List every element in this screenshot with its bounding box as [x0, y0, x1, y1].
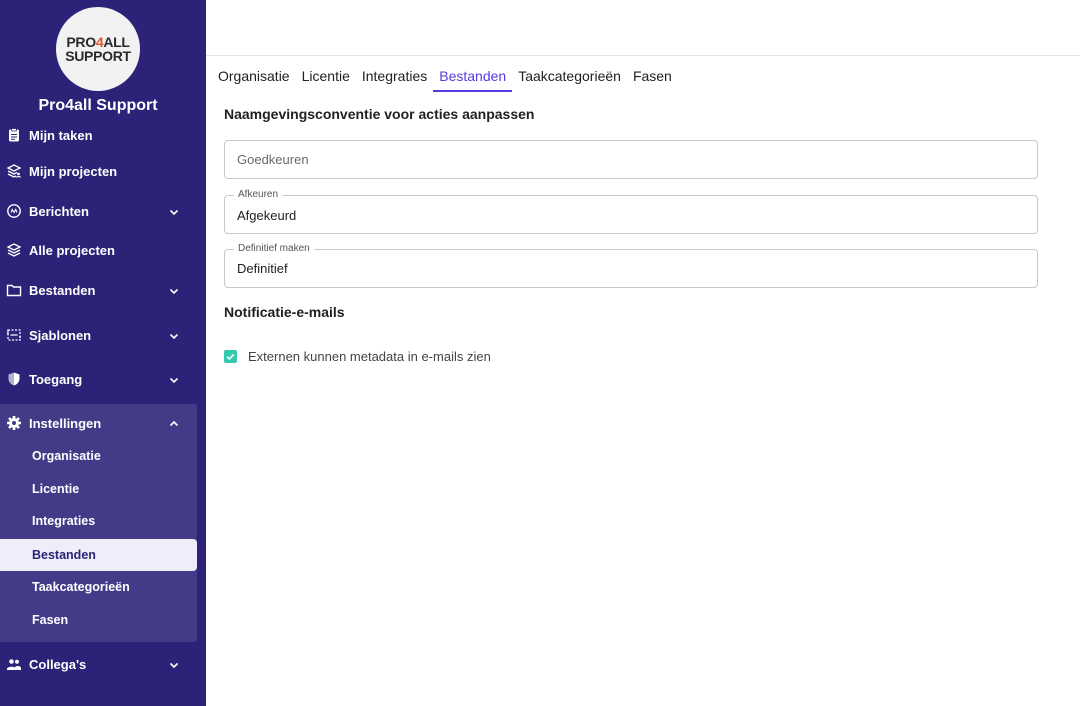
sidebar-item-my-projects[interactable]: Mijn projecten [0, 156, 196, 186]
tab-license[interactable]: Licentie [296, 60, 356, 92]
sidebar-item-access[interactable]: Toegang [0, 364, 196, 394]
settings-submenu: Instellingen Organisatie Licentie Integr… [0, 404, 197, 642]
sidebar-item-templates[interactable]: Sjablonen [0, 320, 196, 350]
logo-text-support: SUPPORT [65, 48, 131, 64]
tab-task-categories[interactable]: Taakcategorieën [512, 60, 627, 92]
naming-convention-title: Naamgevingsconventie voor acties aanpass… [224, 106, 535, 122]
chevron-down-icon[interactable] [168, 658, 180, 670]
sidebar-item-colleagues[interactable]: Collega's [0, 649, 196, 679]
gear-icon [6, 415, 22, 431]
chevron-down-icon[interactable] [168, 284, 180, 296]
template-icon [6, 327, 22, 343]
sidebar-item-label: Toegang [29, 371, 83, 387]
sidebar-item-label: Mijn projecten [29, 163, 118, 179]
external-metadata-option: Externen kunnen metadata in e-mails zien [224, 349, 491, 364]
clipboard-icon [6, 127, 22, 143]
chevron-down-icon[interactable] [168, 205, 180, 217]
sidebar: PRO4ALL SUPPORT Pro4all Support Mijn tak… [0, 0, 206, 706]
sidebar-subitem-phases[interactable]: Fasen [0, 604, 197, 636]
folder-icon [6, 282, 22, 298]
sidebar-item-label: Instellingen [29, 415, 102, 431]
sidebar-item-label: Berichten [29, 203, 89, 219]
approve-input[interactable] [237, 141, 1027, 178]
layers-user-icon [6, 163, 22, 179]
layers-icon [6, 242, 22, 258]
reject-input[interactable] [237, 197, 1027, 234]
top-bar [206, 0, 1080, 56]
org-name: Pro4all Support [38, 97, 158, 114]
sidebar-item-label: Bestanden [29, 282, 96, 298]
people-icon [6, 656, 22, 672]
tab-files[interactable]: Bestanden [433, 60, 513, 92]
sidebar-item-label: Mijn taken [29, 127, 93, 143]
final-input[interactable] [237, 250, 1027, 287]
sidebar-subitem-task-categories[interactable]: Taakcategorieën [0, 571, 197, 603]
notification-emails-title: Notificatie-e-mails [224, 304, 345, 320]
shield-icon [6, 371, 22, 387]
tab-organisation[interactable]: Organisatie [212, 60, 296, 92]
sidebar-subitem-organisation[interactable]: Organisatie [0, 440, 197, 472]
sidebar-item-label: Alle projecten [29, 242, 115, 258]
sidebar-item-my-tasks[interactable]: Mijn taken [0, 120, 196, 150]
chevron-down-icon[interactable] [168, 329, 180, 341]
sidebar-item-messages[interactable]: Berichten [0, 196, 196, 226]
sidebar-item-files[interactable]: Bestanden [0, 275, 196, 305]
external-metadata-checkbox[interactable] [224, 350, 237, 363]
external-metadata-label: Externen kunnen metadata in e-mails zien [248, 349, 491, 364]
tab-phases[interactable]: Fasen [627, 60, 678, 92]
message-icon [6, 203, 22, 219]
final-field: Definitief maken [224, 243, 1038, 288]
chevron-down-icon[interactable] [168, 373, 180, 385]
approve-field [224, 140, 1038, 179]
sidebar-item-all-projects[interactable]: Alle projecten [0, 235, 196, 265]
checkmark-icon [226, 353, 235, 361]
sidebar-item-label: Sjablonen [29, 327, 92, 343]
sidebar-item-label: Collega's [29, 656, 87, 672]
tab-integrations[interactable]: Integraties [356, 60, 433, 92]
sidebar-subitem-license[interactable]: Licentie [0, 473, 197, 505]
chevron-up-icon[interactable] [168, 417, 180, 429]
sidebar-item-settings[interactable]: Instellingen [0, 408, 197, 438]
org-logo[interactable]: PRO4ALL SUPPORT [56, 7, 140, 91]
sidebar-subitem-files[interactable]: Bestanden [0, 539, 197, 571]
sidebar-subitem-integrations[interactable]: Integraties [0, 505, 197, 537]
settings-tabs: Organisatie Licentie Integraties Bestand… [212, 60, 678, 92]
reject-field: Afkeuren [224, 189, 1038, 234]
